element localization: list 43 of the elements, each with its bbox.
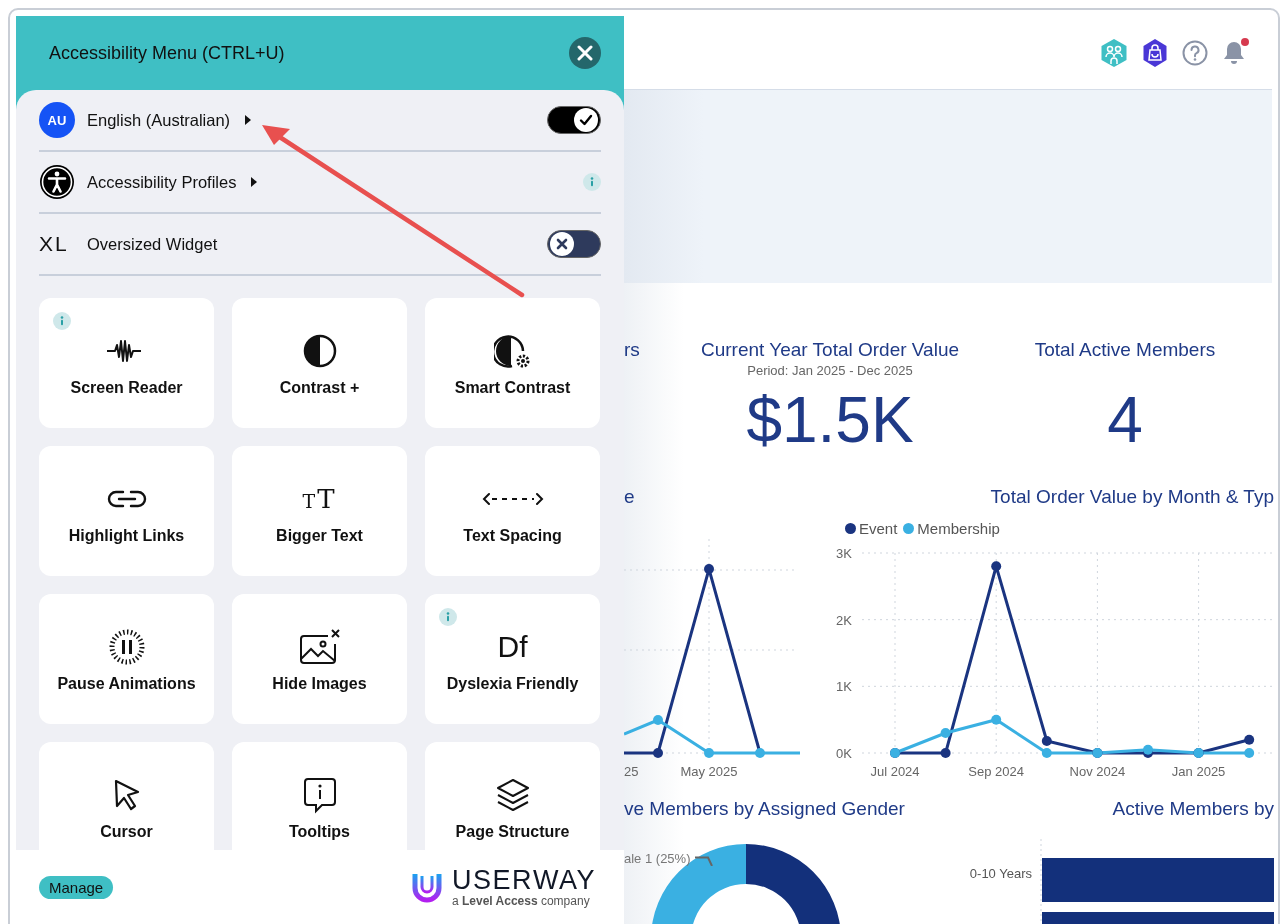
feature-label: Page Structure bbox=[455, 822, 570, 842]
feature-label: Smart Contrast bbox=[454, 378, 571, 398]
axis-label: May 2025 bbox=[680, 764, 738, 779]
chart-title: e bbox=[624, 485, 636, 509]
axis-label: 0-10 Years bbox=[969, 866, 1032, 881]
kpi-title: Total Active Members bbox=[1034, 338, 1216, 362]
kpi-title: Current Year Total Order Value bbox=[700, 338, 960, 362]
feature-label: Text Spacing bbox=[463, 526, 562, 546]
chart-title: ve Members by Assigned Gender bbox=[624, 797, 906, 821]
kpi-title: rs bbox=[624, 338, 640, 362]
axis-label: 0K bbox=[836, 746, 852, 761]
legend-label: Event bbox=[859, 519, 898, 537]
axis-label: Nov 2024 bbox=[1069, 764, 1126, 779]
axis-label: Sep 2024 bbox=[968, 764, 1025, 779]
legend-label: Membership bbox=[917, 519, 1000, 537]
menu-title: Accessibility Menu (CTRL+U) bbox=[49, 42, 285, 64]
brand-name: USERWAY bbox=[452, 866, 596, 894]
kpi-value: $1.5K bbox=[746, 383, 914, 458]
feature-label: Highlight Links bbox=[68, 526, 185, 546]
feature-label: Bigger Text bbox=[276, 526, 363, 546]
axis-label: Jan 2025 bbox=[1171, 764, 1226, 779]
chart-title: Active Members by bbox=[1112, 797, 1274, 821]
kpi-period: Period: Jan 2025 - Dec 2025 bbox=[747, 362, 913, 380]
chart-title: Total Order Value by Month & Typ bbox=[990, 485, 1274, 509]
axis-label: 2K bbox=[836, 612, 852, 628]
size-label: XL bbox=[39, 232, 70, 256]
slice-label: ale 1 (25%) bbox=[624, 851, 691, 866]
feature-label: Contrast + bbox=[279, 378, 360, 398]
axis-label: 3K bbox=[836, 546, 852, 561]
axis-label: 25 bbox=[624, 764, 639, 779]
feature-label: Dyslexia Friendly bbox=[446, 674, 579, 694]
feature-label: Cursor bbox=[100, 822, 153, 842]
feature-label: Tooltips bbox=[289, 822, 350, 842]
feature-label: Hide Images bbox=[272, 674, 367, 694]
letter-icon: TT bbox=[302, 486, 337, 512]
feature-label: Pause Animations bbox=[57, 674, 196, 694]
language-badge: AU bbox=[39, 102, 75, 138]
feature-label: Screen Reader bbox=[70, 378, 183, 398]
letter-icon: Df bbox=[497, 632, 528, 662]
axis-label: Jul 2024 bbox=[870, 764, 920, 779]
kpi-value: 4 bbox=[1107, 383, 1143, 458]
axis-label: 1K bbox=[836, 679, 852, 695]
brand-tagline: a Level Access company bbox=[452, 894, 591, 908]
